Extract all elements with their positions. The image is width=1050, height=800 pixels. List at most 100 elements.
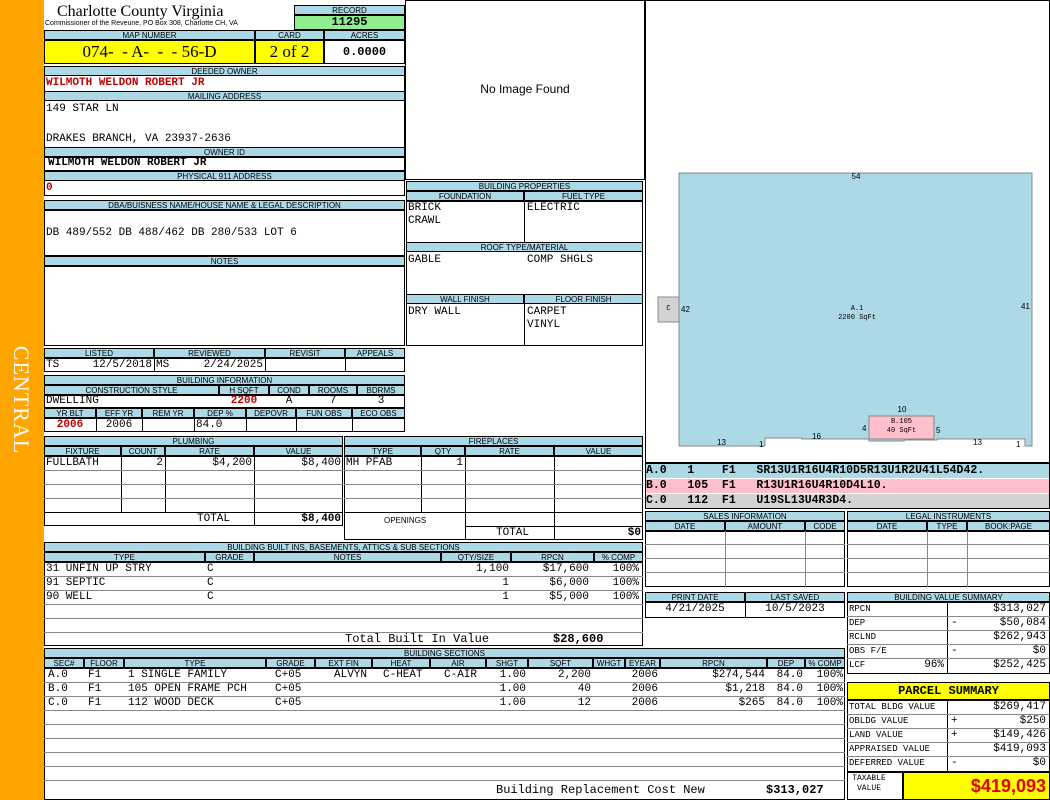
reviewed-header: REVIEWED [154, 348, 265, 358]
roof-type-header: ROOF TYPE/MATERIAL [406, 242, 643, 252]
card-value: 2 of 2 [255, 40, 324, 64]
fireplace-qty-header: QTY [421, 446, 465, 456]
built-ins-header: BUILDING BUILT INS, BASEMENTS, ATTICS & … [44, 542, 643, 552]
sketch-dim-right: 41 [1021, 302, 1030, 311]
sketch-legend-b: B.0 105 F1 R13U1R16U4R10D4L10. [646, 479, 1049, 493]
builtin-type-1: 31 UNFIN UP STRY [46, 563, 152, 575]
owner-box-border [44, 66, 405, 196]
builtin-comp-2: 100% [612, 577, 639, 589]
builtin-rpcn-1: $17,600 [542, 563, 589, 575]
section-c-sqft: 12 [577, 697, 591, 709]
plumbing-rate-header: RATE [165, 446, 254, 456]
bvs-rclnd-value: $262,943 [993, 631, 1046, 643]
legal-date-header: DATE [847, 521, 927, 531]
builtin-grade-3: C [207, 591, 214, 603]
building-properties-header: BUILDING PROPERTIES [406, 181, 643, 191]
section-c-comp: 100% [816, 697, 843, 709]
plumbing-value-header: VALUE [254, 446, 343, 456]
builtin-rpcn-2: $6,000 [549, 577, 589, 589]
sketch-dim-b-right: 5 [936, 426, 941, 435]
map-number-header: MAP NUMBER [44, 30, 255, 40]
section-b-comp: 100% [816, 683, 843, 695]
plumbing-fixture: FULLBATH [46, 457, 99, 469]
roof-value-1: GABLE [408, 254, 442, 266]
builtin-comp-1: 100% [612, 563, 639, 575]
parcel-total-bldg-value: $269,417 [993, 701, 1046, 713]
replacement-cost-value: $313,027 [766, 783, 824, 797]
listed-date: 12/5/2018 [92, 359, 152, 371]
bvs-lcf-value: $252,425 [993, 659, 1046, 671]
section-a-sec: A.0 [48, 669, 68, 681]
roof-value-2: COMP SHGLS [527, 254, 594, 266]
sketch-dim-bottom-1: 13 [717, 438, 726, 447]
foundation-value-1: BRICK [408, 202, 442, 214]
yrblt-value: 2006 [56, 419, 84, 431]
fireplace-total: $0 [627, 527, 641, 539]
sketch-c-name: C [666, 305, 671, 313]
builtin-grade-2: C [207, 577, 214, 589]
bvs-obs-value: $0 [1032, 645, 1046, 657]
shgt-header: SHGT [486, 658, 528, 668]
section-a-grade: C+05 [275, 669, 302, 681]
bvs-dep-value: $50,084 [999, 617, 1046, 629]
builtin-notes-header: NOTES [254, 552, 441, 562]
section-a-comp: 100% [816, 669, 843, 681]
eyear-header: EYEAR [625, 658, 660, 668]
bvs-obs-label: OBS F/E [849, 646, 887, 656]
last-saved-value: 10/5/2023 [765, 603, 825, 615]
section-c-eyear: 2006 [631, 697, 658, 709]
sec-header: SEC# [44, 658, 84, 668]
rooms-value: 7 [329, 395, 337, 407]
bvs-lcf-label: LCF [849, 660, 866, 670]
rpcn-header: RPCN [660, 658, 767, 668]
sketch-dim-left: 42 [681, 305, 690, 314]
sketch-dim-top: 54 [851, 172, 861, 181]
sketch-b-name: B.105 [890, 418, 912, 426]
extfin-header: EXT FIN [315, 658, 372, 668]
fireplace-openings-label: OPENINGS [384, 516, 427, 525]
dep-value: 84.0 [196, 419, 223, 431]
foundation-header: FOUNDATION [406, 191, 524, 201]
fireplace-rate-header: RATE [465, 446, 554, 456]
hsqft-value: 2200 [230, 395, 258, 407]
taxable-value: $419,093 [903, 772, 1050, 800]
record-header: RECORD [294, 5, 405, 15]
section-c-rpcn: $265 [738, 697, 765, 709]
builtin-type-2: 91 SEPTIC [46, 577, 106, 589]
construction-style-header: CONSTRUCTION STYLE [44, 385, 219, 395]
bdrms-header: BDRMS [357, 385, 405, 395]
type-header: TYPE [124, 658, 266, 668]
district-label: CENTRAL [9, 345, 34, 455]
legal-instruments-header: LEGAL INSTRUMENTS [847, 511, 1050, 521]
section-c-grade: C+05 [275, 697, 302, 709]
funobs-header: FUN OBS [296, 408, 352, 418]
record-value: 11295 [294, 15, 405, 30]
builtin-grade-1: C [207, 563, 214, 575]
section-c-floor: F1 [88, 697, 102, 709]
last-saved-header: LAST SAVED [745, 592, 845, 602]
legal-description-header: DBA/BUISNESS NAME/HOUSE NAME & LEGAL DES… [44, 200, 405, 210]
bvs-rclnd-label: RCLND [849, 632, 877, 642]
fireplace-type-header: TYPE [344, 446, 421, 456]
section-b-sec: B.0 [48, 683, 68, 695]
section-b-rpcn: $1,218 [725, 683, 765, 695]
remyr-header: REM YR [142, 408, 194, 418]
print-date-value: 4/21/2025 [665, 603, 725, 615]
builtin-type-header: TYPE [44, 552, 205, 562]
hsqft-header: H SQFT [219, 385, 269, 395]
bvs-dep-label: DEP [849, 618, 866, 628]
taxable-label: TAXABLE VALUE [852, 774, 886, 793]
replacement-cost-label: Building Replacement Cost New [496, 783, 705, 797]
builtin-rpcn-header: RPCN [511, 552, 594, 562]
bvs-header: BUILDING VALUE SUMMARY [847, 592, 1050, 602]
cond-value: A [285, 395, 293, 407]
notes-header: NOTES [44, 256, 405, 266]
section-c-sec: C.0 [48, 697, 68, 709]
builtin-total: $28,600 [553, 632, 604, 646]
sketch-main-area: 2200 SqFt [838, 314, 876, 322]
plumbing-fixture-header: FIXTURE [44, 446, 121, 456]
bvs-rpcn-label: RPCN [849, 604, 871, 614]
effyr-value: 2006 [105, 419, 133, 431]
foundation-value-2: CRAWL [408, 215, 442, 227]
section-a-air: C-AIR [444, 669, 478, 681]
